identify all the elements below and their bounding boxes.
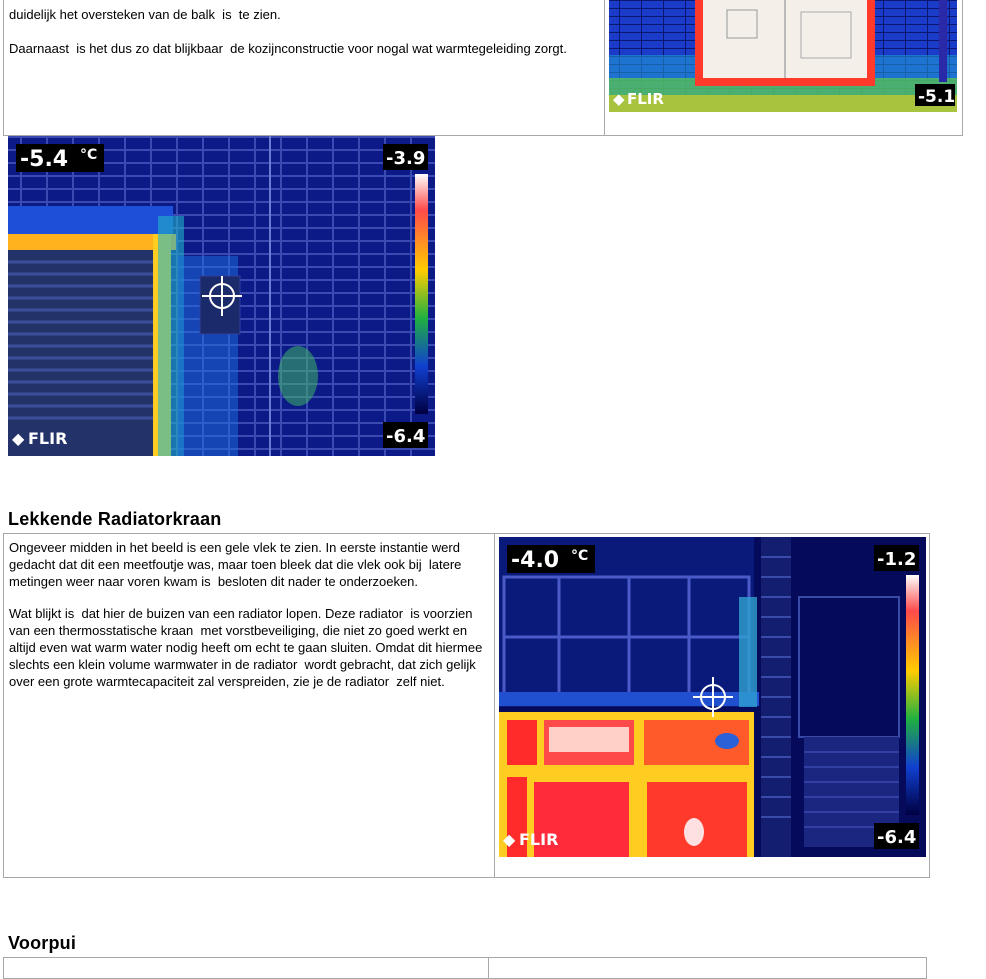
flir-mark-icon: ◆ [613, 90, 625, 108]
thermal-min-label: -5.1 [918, 87, 955, 107]
scale-max-label: -1.2 [877, 549, 916, 570]
table-divider [604, 0, 605, 135]
radiator-paragraph-2: Wat blijkt is dat hier de buizen van een… [9, 606, 486, 689]
spot-temperature: -4.0 [511, 548, 559, 573]
thermal-image-radiator: -4.0 °C -1.2 -6.4 ◆ FLIR [499, 537, 926, 857]
flir-logo: FLIR [627, 90, 664, 108]
table-divider [494, 534, 495, 877]
temperature-scale-bar [906, 575, 919, 815]
section-heading-voorpui: Voorpui [8, 933, 77, 953]
voorpui-section-table [3, 957, 927, 979]
flir-mark-icon: ◆ [12, 429, 25, 448]
temperature-unit: °C [571, 548, 588, 564]
thermal-image-window: -5.1 FLIR ◆ [609, 0, 957, 112]
scale-max-label: -3.9 [386, 148, 425, 169]
flir-logo: FLIR [28, 429, 67, 448]
section-heading-radiator: Lekkende Radiatorkraan [8, 509, 222, 529]
scale-min-label: -6.4 [877, 827, 916, 848]
temperature-scale-bar [415, 174, 428, 414]
spot-temperature: -5.4 [20, 147, 68, 172]
table-divider [488, 958, 489, 978]
thermal-image-wall-corner: -5.4 °C -3.9 -6.4 ◆ FLIR [8, 136, 435, 456]
radiator-paragraph-1: Ongeveer midden in het beeld is een gele… [9, 540, 466, 589]
flir-mark-icon: ◆ [503, 830, 516, 849]
top-paragraph-2: Daarnaast is het dus zo dat blijkbaar de… [9, 41, 567, 56]
top-paragraph-1: duidelijk het oversteken van de balk is … [9, 7, 281, 22]
flir-logo: FLIR [519, 830, 558, 849]
temperature-unit: °C [80, 147, 97, 163]
scale-min-label: -6.4 [386, 426, 425, 447]
